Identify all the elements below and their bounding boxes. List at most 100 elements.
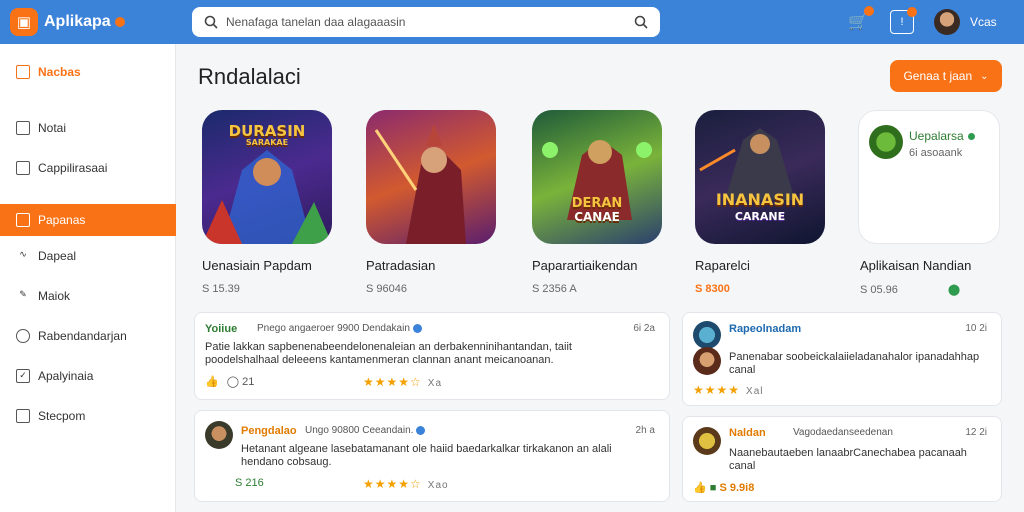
sidebar-item-maiok[interactable]: ✎ Maiok	[0, 280, 176, 312]
review-meta: Vagodaedanseedenan	[793, 427, 893, 438]
sidebar-item-notai[interactable]: Notai	[0, 112, 176, 144]
user-label[interactable]: Vcas	[970, 15, 997, 29]
review-time: 12 2i	[965, 427, 987, 438]
monitor-icon	[16, 409, 30, 423]
sidebar-item-label: Notai	[38, 121, 67, 135]
app-card[interactable]: Aplikaisan Nandian S 05.96 ⬤	[860, 244, 1000, 296]
like-button[interactable]: 👍 ◯ 21	[205, 375, 254, 388]
reviewer-avatar	[693, 427, 721, 455]
review-time: 6i 2a	[633, 323, 655, 334]
sidebar-item-stecpom[interactable]: Stecpom	[0, 400, 176, 432]
app-icon: INANASIN CARANE	[695, 110, 825, 244]
featured-app-card[interactable]: Uepalarsa 6i asoaank	[858, 110, 1000, 244]
avatar[interactable]	[934, 9, 960, 35]
review-text: Panenabar soobeickalaiieladanahalor ipan…	[729, 351, 980, 376]
reviewer-name: Yoiiue	[205, 323, 238, 335]
rating-stars: ★★★★☆ Xao	[363, 477, 449, 491]
search-bar[interactable]: Nenafaga tanelan daa alagaaasin	[192, 7, 660, 37]
comment-icon: ◯	[226, 376, 240, 388]
app-name: Uenasiain Papdam	[202, 258, 312, 273]
download-icon: ⬤	[947, 284, 961, 296]
like-count: 21	[242, 376, 255, 388]
review-meta-text: Ungo 90800 Ceeandain.	[305, 425, 414, 436]
wave-icon: ∿	[19, 249, 27, 259]
review-meta: Pnego angaeroer 9900 Dendakain	[257, 323, 422, 334]
app-price: S 05.96 ⬤	[860, 283, 1000, 296]
sidebar-item-cappilirasaai[interactable]: Cappilirasaai	[0, 152, 176, 184]
review-card[interactable]: Pengdalao Ungo 90800 Ceeandain. 2h a Het…	[194, 410, 670, 502]
app-avatar	[869, 125, 903, 159]
top-bar: ▣ Aplikapa Nenafaga tanelan daa alagaaas…	[0, 0, 1024, 44]
filter-dropdown-button[interactable]: Genaa t jaan ⌄	[890, 60, 1002, 92]
sidebar-item-nacbas[interactable]: Nacbas	[0, 56, 176, 88]
brand[interactable]: ▣ Aplikapa	[10, 8, 180, 36]
brand-badge	[114, 17, 125, 27]
reviewer-avatar	[693, 347, 721, 375]
online-dot-icon	[967, 133, 975, 140]
app-card[interactable]: DURASIN SARAKAE Uenasiain Papdam S 15.39	[202, 110, 342, 295]
sidebar-item-label: Rabendandarjan	[38, 329, 127, 343]
reviewer-name: Naldan	[729, 427, 766, 439]
review-card[interactable]: Naldan Vagodaedanseedenan 12 2i Naanebau…	[682, 416, 1002, 502]
review-price-row: 👍 ■ S 9.9i8	[693, 481, 754, 494]
rating-text: Xao	[427, 480, 449, 491]
sidebar-item-label: Cappilirasaai	[38, 161, 108, 175]
review-meta: Ungo 90800 Ceeandain.	[305, 425, 426, 436]
search-submit-icon[interactable]	[634, 15, 648, 29]
app-price: S 2356 A	[532, 283, 577, 295]
sidebar-item-papanas[interactable]: Papanas	[0, 204, 176, 236]
search-input[interactable]: Nenafaga tanelan daa alagaaasin	[226, 15, 634, 29]
sidebar-item-apalyinaia[interactable]: ✓ Apalyinaia	[0, 360, 176, 392]
app-price: S 96046	[366, 283, 407, 295]
app-art-subtitle: CANAE	[574, 210, 620, 224]
app-art-title: DERAN	[571, 196, 623, 211]
sidebar-item-label: Apalyinaia	[38, 369, 94, 383]
notification-icon[interactable]: !	[890, 7, 917, 34]
review-card[interactable]: Yoiiue Pnego angaeroer 9900 Dendakain 6i…	[194, 312, 670, 400]
sidebar-item-dapeal[interactable]: ∿ Dapeal	[0, 240, 176, 272]
image-icon	[16, 121, 30, 135]
hero-art-icon	[374, 124, 466, 244]
app-icon: DURASIN SARAKAE	[202, 110, 332, 244]
cart-icon[interactable]: 🛒	[846, 6, 874, 34]
notification-badge	[907, 7, 917, 17]
check-icon: ✓	[16, 369, 30, 383]
rating-text: Xa	[427, 378, 443, 389]
featured-app-name-text: Uepalarsa	[909, 129, 964, 143]
review-text: Patie lakkan sapbenenabeendelonenaleian …	[205, 341, 572, 366]
review-meta-text: Pnego angaeroer 9900 Dendakain	[257, 323, 410, 334]
filter-label: Genaa t jaan	[903, 69, 973, 83]
review-card[interactable]: Rapeolnadam 10 2i Panenabar soobeickalai…	[682, 312, 1002, 406]
verified-icon	[416, 425, 426, 435]
sidebar-item-label: Maiok	[38, 289, 71, 303]
thumbs-up-icon: 👍	[693, 482, 707, 494]
review-price: S 9.9i8	[719, 482, 755, 494]
reviewer-avatar	[205, 421, 233, 449]
review-time: 10 2i	[965, 323, 987, 334]
app-icon: DERAN CANAE	[532, 110, 662, 244]
sidebar-item-rabendandarjan[interactable]: Rabendandarjan	[0, 320, 176, 352]
brand-name: Aplikapa	[44, 13, 111, 30]
rating-stars: ★★★★ Xal	[693, 383, 764, 397]
app-art-subtitle: CARANE	[734, 210, 786, 223]
review-text: Naanebautaeben lanaabrCanechabea pacanaa…	[729, 447, 967, 472]
app-card[interactable]: DERAN CANAE Paparartiaikendan S 2356 A	[532, 110, 672, 295]
sidebar-item-label: Papanas	[38, 213, 86, 227]
app-name: Paparartiaikendan	[532, 258, 638, 273]
main-content: Rndalalaci Genaa t jaan ⌄ DURASIN SARAKAE…	[176, 44, 1024, 512]
review-time: 2h a	[635, 425, 655, 436]
verified-icon	[412, 323, 422, 333]
app-card[interactable]: INANASIN CARANE Raparelci S 8300	[695, 110, 835, 295]
featured-app-sub: 6i asoaank	[909, 147, 963, 159]
app-name: Aplikaisan Nandian	[860, 258, 972, 273]
app-art-subtitle: SARAKAE	[245, 138, 289, 147]
app-price: S 8300	[695, 283, 730, 295]
reviewer-name: Pengdalao	[241, 425, 297, 437]
edit-icon: ✎	[19, 289, 27, 299]
chevron-down-icon: ⌄	[980, 70, 989, 82]
app-art-title: INANASIN	[715, 190, 805, 209]
app-card[interactable]: Patradasian S 96046	[366, 110, 506, 295]
sidebar-item-label: Nacbas	[38, 65, 81, 79]
app-price: S 15.39	[202, 283, 240, 295]
search-icon	[204, 15, 218, 29]
